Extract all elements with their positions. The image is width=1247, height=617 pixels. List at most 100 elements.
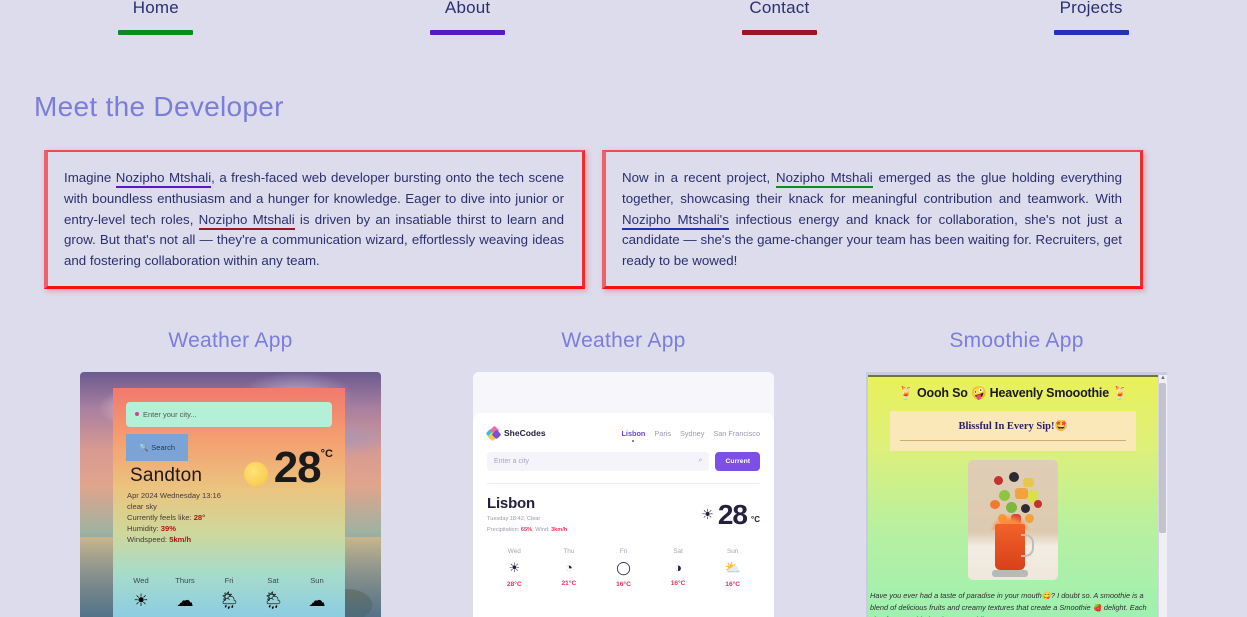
bio-cards-row: Imagine Nozipho Mtshali, a fresh-faced w…	[44, 150, 1204, 289]
forecast-weather-icon: ☁	[308, 590, 326, 610]
forecast-day-name: Sat	[673, 547, 683, 555]
project-screenshot-weather-2[interactable]: SheCodes Lisbon Paris Sydney San Francis…	[473, 371, 774, 617]
nav-item-contact[interactable]: Contact	[624, 0, 936, 36]
forecast-weather-icon: ◔	[564, 559, 573, 575]
forecast-weather-icon: ⛅	[724, 559, 741, 575]
nav-underline-home	[118, 30, 194, 35]
developer-name-highlight: Nozipho Mtshali	[198, 211, 295, 230]
forecast-temp: 28°C	[506, 580, 522, 588]
developer-name-highlight: Nozipho Mtshali	[115, 170, 212, 188]
current-location-button[interactable]: Current	[715, 451, 760, 471]
smoothie-photo	[968, 459, 1058, 580]
city-search-input[interactable]: Enter your city...	[126, 401, 332, 427]
windspeed-value: 5km/h	[169, 534, 192, 544]
shecodes-weather-preview: SheCodes Lisbon Paris Sydney San Francis…	[473, 371, 774, 617]
nav-label-about: About	[444, 0, 491, 17]
project-screenshot-smoothie[interactable]: 🍹 Oooh So 🤪 Heavenly Smooothie 🍹 Blissfu…	[866, 371, 1167, 617]
current-temperature-block: 28 °C	[243, 442, 333, 492]
smoothie-subheading-band: Blissful In Every Sip!🤩	[890, 410, 1136, 451]
search-icon[interactable]: ⌕	[699, 457, 703, 465]
divider	[487, 482, 760, 484]
project-card-weather-2[interactable]: Weather App SheCodes Lisbon Paris Sydney…	[427, 329, 820, 617]
temperature-unit: °C	[320, 447, 333, 460]
forecast-day-name: Fri	[224, 575, 234, 585]
developer-name-highlight: Nozipho Mtshali	[775, 170, 873, 188]
windspeed-label: Windspeed:	[127, 534, 170, 544]
forecast-temp: 16°C	[725, 580, 741, 588]
bio-card-right: Now in a recent project, Nozipho Mtshali…	[602, 150, 1143, 289]
nav-item-projects[interactable]: Projects	[935, 0, 1247, 36]
main-navigation: Home About Contact Projects	[0, 0, 1247, 36]
current-temperature-value: 28	[273, 442, 322, 492]
city-link-lisbon[interactable]: Lisbon	[621, 429, 645, 438]
forecast-day-name: Sun	[726, 547, 739, 555]
forecast-weather-icon: 🌦	[262, 590, 284, 610]
current-temperature-value: 28	[717, 498, 748, 530]
scrollbar-thumb[interactable]	[1159, 382, 1166, 533]
forecast-day-name: Wed	[507, 547, 521, 555]
wind-label: , Wind:	[532, 527, 552, 534]
forecast-day: Sat	[251, 576, 295, 585]
project-title-smoothie: Smoothie App	[949, 328, 1084, 352]
search-button[interactable]: 🔍 Search	[126, 433, 188, 461]
smoothie-app-preview: 🍹 Oooh So 🤪 Heavenly Smooothie 🍹 Blissfu…	[866, 371, 1167, 617]
project-card-smoothie[interactable]: Smoothie App 🍹 Oooh So 🤪 Heavenly Smooot…	[820, 329, 1213, 617]
city-search-input[interactable]: Enter a city ⌕	[487, 451, 710, 471]
projects-row: Weather App Enter your city... 🔍 Search …	[0, 329, 1247, 617]
divider	[900, 439, 1126, 441]
weather-app-1-preview: Enter your city... 🔍 Search Sandton Apr …	[80, 371, 381, 617]
search-icon: 🔍	[138, 442, 149, 452]
smoothie-heading: 🍹 Oooh So 🤪 Heavenly Smooothie 🍹	[898, 385, 1128, 400]
nav-label-home: Home	[132, 0, 179, 17]
precip-label: Precipitation:	[487, 527, 521, 534]
city-link-sydney[interactable]: Sydney	[680, 429, 704, 438]
humidity-value: 39%	[160, 523, 176, 533]
sun-icon	[243, 461, 268, 486]
developer-name-highlight: Nozipho Mtshali's	[622, 211, 729, 230]
smoothie-subheading: Blissful In Every Sip!🤩	[958, 420, 1068, 432]
smoothie-glass	[995, 523, 1034, 570]
current-city-name: Lisbon	[487, 494, 535, 512]
forecast-day-name: Sat	[267, 575, 279, 585]
nav-underline-contact	[741, 30, 817, 35]
nav-underline-projects	[1053, 30, 1129, 35]
forecast-weather-icon: 🌦	[218, 590, 240, 610]
nav-item-home[interactable]: Home	[0, 0, 312, 36]
shecodes-brand[interactable]: SheCodes	[485, 425, 546, 442]
forecast-day-name: Wed	[133, 575, 149, 585]
project-screenshot-weather-1[interactable]: Enter your city... 🔍 Search Sandton Apr …	[80, 371, 381, 617]
project-card-weather-1[interactable]: Weather App Enter your city... 🔍 Search …	[34, 329, 427, 617]
scroll-up-icon[interactable]: ▲	[1160, 375, 1166, 381]
project-title-weather-2: Weather App	[561, 328, 686, 352]
forecast-day-name: Thurs	[175, 575, 195, 585]
smoothie-page: 🍹 Oooh So 🤪 Heavenly Smooothie 🍹 Blissfu…	[868, 374, 1158, 617]
sun-icon: ☀	[701, 506, 714, 523]
bio-text-right: Now in a recent project, Nozipho Mtshali…	[622, 168, 1122, 272]
shecodes-search-row: Enter a city ⌕ Current	[487, 451, 760, 471]
forecast-day-name: Fri	[619, 547, 628, 555]
forecast-day-name: Thu	[563, 547, 575, 555]
humidity-label: Humidity:	[127, 523, 161, 533]
forecast-temp: 16°C	[670, 579, 686, 587]
nav-item-about[interactable]: About	[312, 0, 624, 36]
forecast-day: Thu ◔ 21°C	[542, 548, 597, 588]
city-link-paris[interactable]: Paris	[654, 429, 671, 438]
project-title-weather-1: Weather App	[168, 328, 293, 352]
forecast-day: Thurs	[163, 576, 207, 585]
nav-label-contact: Contact	[749, 0, 810, 17]
location-pin-icon	[135, 412, 139, 417]
smoothie-body-text: Have you ever had a taste of paradise in…	[870, 590, 1147, 617]
bio-right-part1: Now in a recent project,	[622, 170, 776, 185]
smoothie-base	[992, 569, 1028, 577]
temperature-unit: °C	[751, 514, 760, 524]
feels-like-label: Currently feels like:	[127, 512, 194, 522]
shecodes-logo-icon	[485, 425, 502, 442]
wind-value: 3km/h	[551, 527, 568, 534]
bio-text-left: Imagine Nozipho Mtshali, a fresh-faced w…	[64, 168, 564, 272]
shecodes-brand-label: SheCodes	[504, 428, 546, 439]
shecodes-header: SheCodes Lisbon Paris Sydney San Francis…	[485, 425, 760, 442]
forecast-weather-icon: ◯	[616, 559, 631, 575]
forecast-temp: 21°C	[561, 579, 577, 587]
city-link-san-francisco[interactable]: San Francisco	[713, 429, 760, 438]
scrollbar[interactable]: ▲ ▼	[1158, 374, 1167, 617]
